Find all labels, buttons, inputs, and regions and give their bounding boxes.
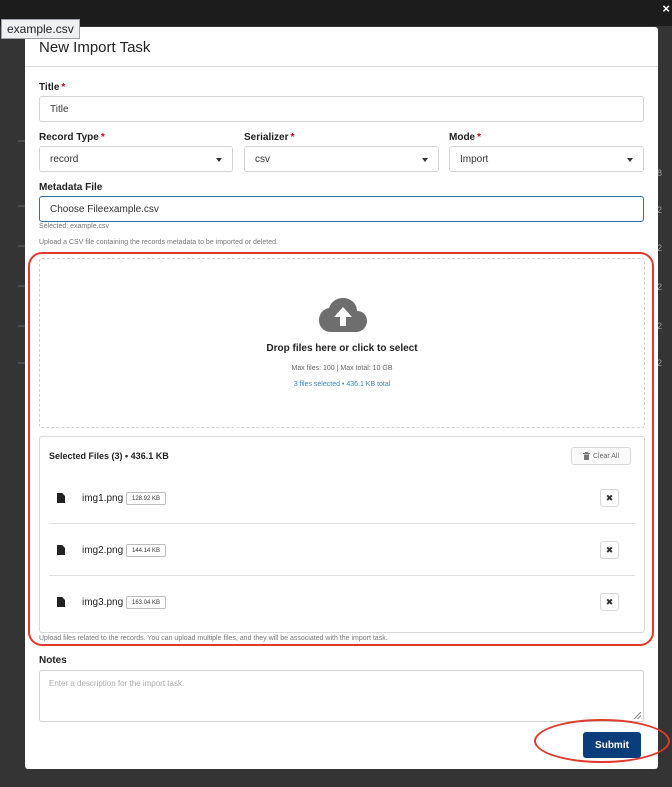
record-type-label-text: Record Type [39, 132, 99, 143]
chevron-down-icon [422, 158, 428, 162]
mode-select[interactable]: Import [449, 146, 644, 172]
serializer-value: csv [255, 153, 270, 165]
metadata-help-text: Upload a CSV file containing the records… [39, 239, 278, 246]
serializer-label: Serializer * [244, 132, 294, 143]
required-mark: * [100, 132, 105, 143]
notes-placeholder: Enter a description for the import task. [49, 679, 185, 688]
serializer-select[interactable]: csv [244, 146, 439, 172]
required-mark: * [477, 132, 482, 143]
modal-title: New Import Task [39, 39, 151, 56]
mode-label: Mode * [449, 132, 481, 143]
title-input-value: Title [50, 103, 69, 115]
annotation-highlight-ellipse [534, 719, 670, 763]
metadata-file-input[interactable]: Choose Fileexample.csv [39, 196, 644, 222]
metadata-file-value: Choose Fileexample.csv [50, 203, 159, 215]
notes-label: Notes [39, 655, 67, 666]
mode-value: Import [460, 153, 489, 165]
notes-textarea[interactable]: Enter a description for the import task. [39, 670, 644, 722]
chevron-down-icon [216, 158, 222, 162]
title-input[interactable]: Title [39, 96, 644, 122]
background-topbar: × [0, 0, 672, 26]
background-close-icon[interactable]: × [662, 1, 670, 16]
metadata-file-label: Metadata File [39, 182, 103, 193]
chevron-down-icon [627, 158, 633, 162]
mode-label-text: Mode [449, 132, 476, 143]
modal-header: New Import Task [25, 27, 658, 67]
record-type-select[interactable]: record [39, 146, 233, 172]
resize-handle[interactable] [634, 712, 641, 719]
title-label-text: Title [39, 82, 60, 93]
file-tooltip: example.csv [1, 19, 80, 39]
title-label: Title * [39, 82, 65, 93]
record-type-value: record [50, 153, 79, 165]
required-mark: * [61, 82, 66, 93]
annotation-highlight-rectangle [28, 252, 654, 646]
metadata-selected-text: Selected: example.csv [39, 223, 110, 230]
record-type-label: Record Type * [39, 132, 105, 143]
required-mark: * [290, 132, 295, 143]
serializer-label-text: Serializer [244, 132, 289, 143]
